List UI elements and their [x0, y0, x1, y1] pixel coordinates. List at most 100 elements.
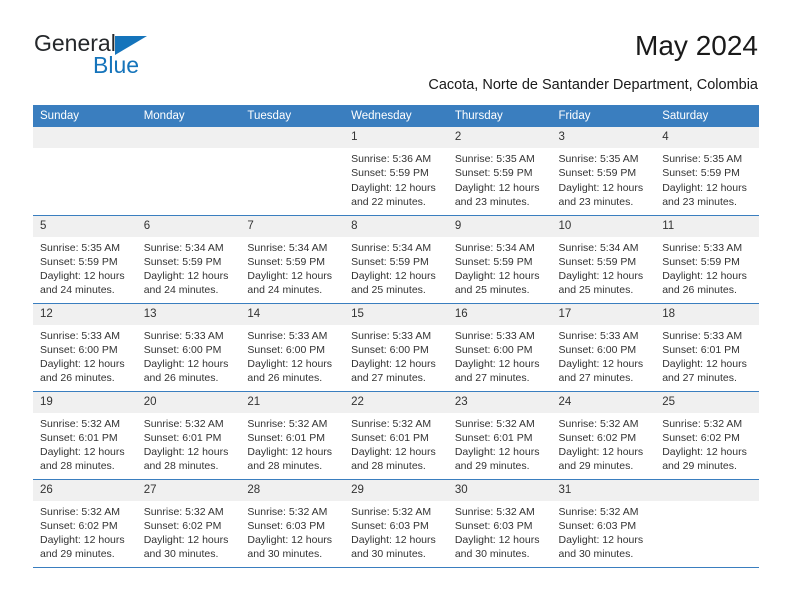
calendar-week-row: 19 Sunrise: 5:32 AM Sunset: 6:01 PM Dayligh…	[33, 391, 759, 480]
daylight-text-line1: Daylight: 12 hours	[454, 534, 540, 547]
daylight-text-line2: and 27 minutes.	[454, 372, 530, 385]
daylight-text-line1: Daylight: 12 hours	[40, 446, 125, 459]
daylight-text-line2: and 25 minutes.	[351, 284, 426, 297]
day-number: 12	[33, 303, 137, 325]
sunrise-text: Sunrise: 5:34 AM	[247, 241, 328, 254]
calendar-day-cell[interactable]: 25 Sunrise: 5:32 AM Sunset: 6:02 PM Dayligh…	[655, 391, 759, 480]
daylight-text-line2: and 28 minutes.	[40, 460, 115, 473]
general-blue-logo[interactable]: General Blue	[34, 32, 214, 80]
day-number: 28	[240, 479, 345, 501]
calendar-day-cell[interactable]: 13 Sunrise: 5:33 AM Sunset: 6:00 PM Dayligh…	[136, 303, 241, 392]
day-number: 24	[551, 391, 656, 413]
daylight-text-line2: and 30 minutes.	[351, 548, 426, 561]
calendar-day-cell[interactable]: 26 Sunrise: 5:32 AM Sunset: 6:02 PM Dayligh…	[33, 479, 137, 568]
sunset-text: Sunset: 6:02 PM	[662, 431, 740, 444]
calendar-day-cell[interactable]: 17 Sunrise: 5:33 AM Sunset: 6:00 PM Dayligh…	[551, 303, 656, 392]
calendar-day-cell[interactable]: 11 Sunrise: 5:33 AM Sunset: 5:59 PM Dayligh…	[655, 215, 759, 304]
weekday-header-sunday: Sunday	[33, 105, 137, 127]
day-number: 23	[447, 391, 552, 413]
weekday-header-saturday: Saturday	[655, 105, 759, 127]
daylight-text-line1: Daylight: 12 hours	[247, 358, 333, 371]
sunset-text: Sunset: 5:59 PM	[247, 255, 326, 268]
sunset-text: Sunset: 6:01 PM	[40, 431, 118, 444]
calendar-day-cell[interactable]: 23 Sunrise: 5:32 AM Sunset: 6:01 PM Dayligh…	[447, 391, 552, 480]
sunset-text: Sunset: 6:03 PM	[247, 519, 326, 532]
sunset-text: Sunset: 6:00 PM	[454, 343, 533, 356]
day-number: 10	[551, 215, 656, 237]
calendar-day-cell[interactable]: 15 Sunrise: 5:33 AM Sunset: 6:00 PM Dayligh…	[344, 303, 448, 392]
page-title: May 2024	[635, 30, 758, 61]
calendar-day-cell[interactable]: 24 Sunrise: 5:32 AM Sunset: 6:02 PM Dayligh…	[551, 391, 656, 480]
daylight-text-line1: Daylight: 12 hours	[247, 534, 333, 547]
calendar-day-cell[interactable]: 28 Sunrise: 5:32 AM Sunset: 6:03 PM Dayligh…	[240, 479, 345, 568]
daylight-text-line2: and 29 minutes.	[40, 548, 115, 561]
calendar-day-cell[interactable]: 1 Sunrise: 5:36 AM Sunset: 5:59 PM Daylight…	[344, 127, 448, 216]
calendar-day-cell[interactable]: 12 Sunrise: 5:33 AM Sunset: 6:00 PM Dayligh…	[33, 303, 137, 392]
calendar-week-row: 26 Sunrise: 5:32 AM Sunset: 6:02 PM Dayligh…	[33, 479, 759, 568]
calendar-week-row: 5 Sunrise: 5:35 AM Sunset: 5:59 PM Daylight…	[33, 215, 759, 304]
calendar-day-cell[interactable]: 31 Sunrise: 5:32 AM Sunset: 6:03 PM Dayligh…	[551, 479, 656, 568]
weekday-header-tuesday: Tuesday	[240, 105, 345, 127]
day-details: Sunrise: 5:32 AM Sunset: 6:03 PM Daylight:…	[448, 501, 552, 562]
calendar-day-cell[interactable]: 27 Sunrise: 5:32 AM Sunset: 6:02 PM Dayligh…	[136, 479, 241, 568]
day-details: Sunrise: 5:35 AM Sunset: 5:59 PM Daylight:…	[552, 148, 656, 209]
calendar-day-cell[interactable]: 18 Sunrise: 5:33 AM Sunset: 6:01 PM Dayligh…	[655, 303, 759, 392]
logo-text-blue: Blue	[93, 52, 140, 78]
day-details: Sunrise: 5:32 AM Sunset: 6:01 PM Daylight:…	[137, 413, 241, 474]
sunset-text: Sunset: 6:01 PM	[247, 431, 326, 444]
day-number	[136, 127, 241, 148]
daylight-text-line2: and 28 minutes.	[143, 460, 219, 473]
sunrise-text: Sunrise: 5:32 AM	[351, 417, 432, 430]
sunset-text: Sunset: 6:01 PM	[662, 343, 740, 356]
day-number: 31	[551, 479, 656, 501]
calendar-day-cell[interactable]: 7 Sunrise: 5:34 AM Sunset: 5:59 PM Daylight…	[240, 215, 345, 304]
calendar-day-cell[interactable]: 8 Sunrise: 5:34 AM Sunset: 5:59 PM Daylight…	[344, 215, 448, 304]
daylight-text-line1: Daylight: 12 hours	[351, 270, 436, 283]
daylight-text-line1: Daylight: 12 hours	[351, 181, 436, 194]
day-details: Sunrise: 5:32 AM Sunset: 6:01 PM Daylight:…	[344, 413, 448, 474]
sunrise-text: Sunrise: 5:33 AM	[454, 329, 535, 342]
day-number: 2	[447, 127, 552, 148]
calendar-day-cell[interactable]: 30 Sunrise: 5:32 AM Sunset: 6:03 PM Dayligh…	[447, 479, 552, 568]
sunrise-text: Sunrise: 5:32 AM	[351, 505, 432, 518]
calendar-day-cell[interactable]: 5 Sunrise: 5:35 AM Sunset: 5:59 PM Daylight…	[33, 215, 137, 304]
day-details: Sunrise: 5:35 AM Sunset: 5:59 PM Daylight:…	[33, 237, 137, 298]
day-number: 18	[655, 303, 759, 325]
daylight-text-line2: and 27 minutes.	[558, 372, 634, 385]
day-number: 16	[447, 303, 552, 325]
daylight-text-line2: and 25 minutes.	[454, 284, 530, 297]
daylight-text-line2: and 26 minutes.	[247, 372, 323, 385]
calendar-day-cell[interactable]: 29 Sunrise: 5:32 AM Sunset: 6:03 PM Dayligh…	[344, 479, 448, 568]
calendar-week-row: 1 Sunrise: 5:36 AM Sunset: 5:59 PM Daylight…	[33, 127, 759, 216]
sunset-text: Sunset: 5:59 PM	[351, 255, 429, 268]
calendar-day-cell[interactable]: 10 Sunrise: 5:34 AM Sunset: 5:59 PM Dayligh…	[551, 215, 656, 304]
sunset-text: Sunset: 6:00 PM	[143, 343, 222, 356]
calendar-day-cell[interactable]: 9 Sunrise: 5:34 AM Sunset: 5:59 PM Daylight…	[447, 215, 552, 304]
calendar-day-cell[interactable]: 19 Sunrise: 5:32 AM Sunset: 6:01 PM Dayligh…	[33, 391, 137, 480]
calendar-day-cell[interactable]: 16 Sunrise: 5:33 AM Sunset: 6:00 PM Dayligh…	[447, 303, 552, 392]
sunset-text: Sunset: 5:59 PM	[40, 255, 118, 268]
calendar-day-cell[interactable]: 3 Sunrise: 5:35 AM Sunset: 5:59 PM Daylight…	[551, 127, 656, 216]
daylight-text-line1: Daylight: 12 hours	[454, 181, 540, 194]
sunset-text: Sunset: 5:59 PM	[351, 167, 429, 180]
sunrise-text: Sunrise: 5:32 AM	[558, 417, 639, 430]
sunrise-sunset-calendar: Sunday Monday Tuesday Wednesday Thursday…	[33, 105, 759, 568]
day-number	[655, 479, 759, 501]
day-number: 6	[136, 215, 241, 237]
calendar-day-cell[interactable]: 22 Sunrise: 5:32 AM Sunset: 6:01 PM Dayligh…	[344, 391, 448, 480]
day-details: Sunrise: 5:34 AM Sunset: 5:59 PM Daylight:…	[448, 237, 552, 298]
day-details: Sunrise: 5:33 AM Sunset: 6:00 PM Daylight:…	[344, 325, 448, 386]
calendar-day-cell[interactable]: 6 Sunrise: 5:34 AM Sunset: 5:59 PM Daylight…	[136, 215, 241, 304]
calendar-day-cell[interactable]: 20 Sunrise: 5:32 AM Sunset: 6:01 PM Dayligh…	[136, 391, 241, 480]
daylight-text-line2: and 27 minutes.	[662, 372, 737, 385]
daylight-text-line1: Daylight: 12 hours	[40, 534, 125, 547]
sunrise-text: Sunrise: 5:32 AM	[247, 417, 328, 430]
weekday-header-thursday: Thursday	[447, 105, 552, 127]
calendar-day-cell[interactable]: 14 Sunrise: 5:33 AM Sunset: 6:00 PM Dayligh…	[240, 303, 345, 392]
calendar-day-cell[interactable]: 21 Sunrise: 5:32 AM Sunset: 6:01 PM Dayligh…	[240, 391, 345, 480]
calendar-day-cell[interactable]: 2 Sunrise: 5:35 AM Sunset: 5:59 PM Daylight…	[447, 127, 552, 216]
calendar-header-row: Sunday Monday Tuesday Wednesday Thursday…	[33, 105, 759, 127]
sunrise-text: Sunrise: 5:32 AM	[454, 505, 535, 518]
calendar-day-cell[interactable]: 4 Sunrise: 5:35 AM Sunset: 5:59 PM Daylight…	[655, 127, 759, 216]
daylight-text-line2: and 30 minutes.	[558, 548, 634, 561]
